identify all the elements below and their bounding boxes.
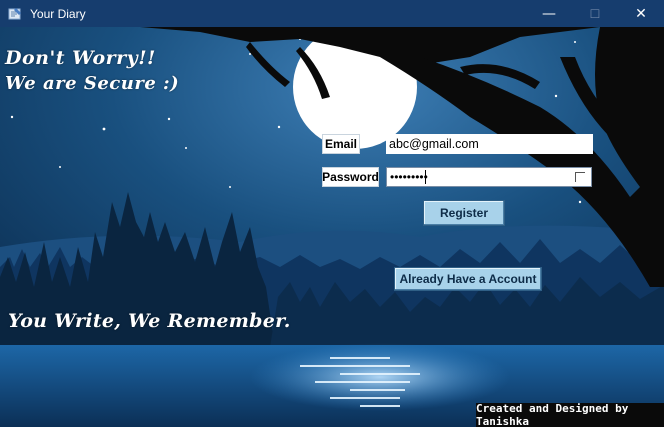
title-bar[interactable]: Your Diary — ☐ ✕ (0, 0, 664, 28)
password-reveal-icon[interactable] (575, 172, 585, 182)
tagline-you-write: You Write, We Remember. (8, 310, 291, 332)
email-field[interactable] (386, 134, 593, 154)
register-button[interactable]: Register (423, 200, 505, 226)
tagline-dont-worry: Don't Worry!! (5, 47, 156, 69)
credit-banner: Created and Designed by Tanishka (476, 402, 664, 427)
tagline-we-are-secure: We are Secure :) (5, 73, 180, 94)
email-label: Email (322, 134, 360, 154)
close-button[interactable]: ✕ (618, 0, 664, 27)
minimize-button[interactable]: — (526, 0, 572, 27)
text-cursor (425, 170, 426, 184)
app-window: Your Diary — ☐ ✕ Don't Worry!! We are Se… (0, 0, 664, 427)
background-scene: Don't Worry!! We are Secure :) You Write… (0, 27, 664, 427)
maximize-button[interactable]: ☐ (572, 0, 618, 27)
already-have-account-button[interactable]: Already Have a Account (394, 267, 542, 291)
app-icon (7, 6, 23, 22)
window-title: Your Diary (30, 6, 86, 21)
password-label: Password (322, 167, 379, 187)
password-field[interactable] (386, 167, 592, 187)
